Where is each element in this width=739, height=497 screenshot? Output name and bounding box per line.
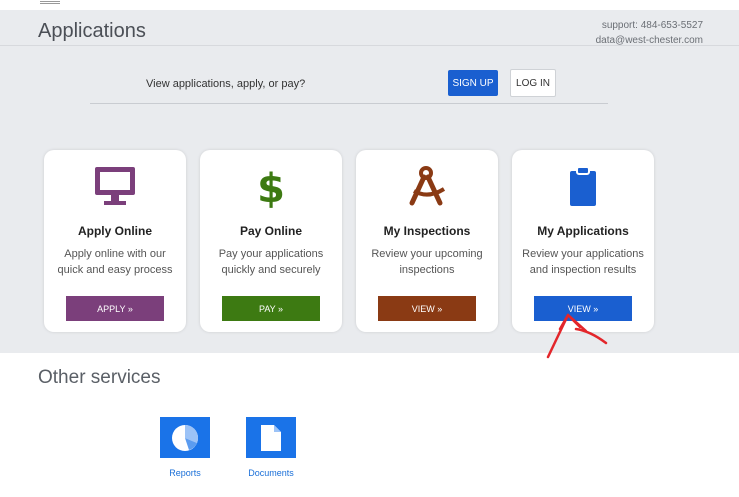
card-description-line: and inspection results — [529, 264, 637, 276]
card-description: Apply online with our quick and easy pro… — [52, 246, 178, 278]
pie-chart-icon[interactable] — [160, 417, 210, 458]
view-inspections-button[interactable]: VIEW » — [378, 296, 476, 321]
header-divider — [0, 45, 739, 46]
card-description-line: Review your applications — [522, 248, 644, 260]
pay-button[interactable]: PAY » — [222, 296, 320, 321]
service-documents[interactable]: Documents — [236, 417, 306, 478]
dollar-icon: $ — [200, 164, 342, 208]
card-apply-online: Apply Online Apply online with our quick… — [44, 150, 186, 332]
document-icon[interactable] — [246, 417, 296, 458]
monitor-icon — [44, 164, 186, 208]
prompt-divider — [90, 103, 608, 104]
card-my-inspections: My Inspections Review your upcoming insp… — [356, 150, 498, 332]
log-in-button[interactable]: LOG IN — [510, 69, 556, 97]
compass-icon — [356, 164, 498, 208]
support-phone: support: 484-653-5527 — [601, 20, 703, 31]
other-services-heading: Other services — [38, 367, 161, 388]
card-description-line: Pay your applications — [218, 248, 324, 260]
card-title: Apply Online — [77, 224, 152, 238]
card-description-line: quickly and securely — [221, 264, 321, 276]
apply-button[interactable]: APPLY » — [66, 296, 164, 321]
prompt-text: View applications, apply, or pay? — [146, 78, 306, 90]
card-description: Pay your applications quickly and secure… — [208, 246, 334, 278]
card-description-line: quick and easy process — [57, 264, 173, 276]
sign-up-button[interactable]: SIGN UP — [448, 70, 498, 96]
clipboard-icon — [512, 164, 654, 208]
svg-text:$: $ — [257, 166, 285, 208]
annotation-arrow-icon — [546, 313, 608, 359]
card-pay-online: $ Pay Online Pay your applications quick… — [200, 150, 342, 332]
card-description-line: Review your upcoming — [371, 248, 483, 260]
card-description-line: Apply online with our — [64, 248, 166, 260]
support-contact: support: 484-653-5527 data@west-chester.… — [596, 18, 703, 48]
service-reports[interactable]: Reports — [150, 417, 220, 478]
card-description: Review your upcoming inspections — [364, 246, 490, 278]
card-title: My Inspections — [383, 224, 471, 238]
card-description: Review your applications and inspection … — [520, 246, 646, 278]
logo — [40, 1, 60, 6]
page-title: Applications — [38, 20, 146, 42]
card-title: Pay Online — [239, 224, 303, 238]
card-title: My Applications — [537, 224, 629, 238]
service-label[interactable]: Documents — [236, 468, 306, 478]
service-label[interactable]: Reports — [150, 468, 220, 478]
card-description-line: inspections — [399, 264, 455, 276]
